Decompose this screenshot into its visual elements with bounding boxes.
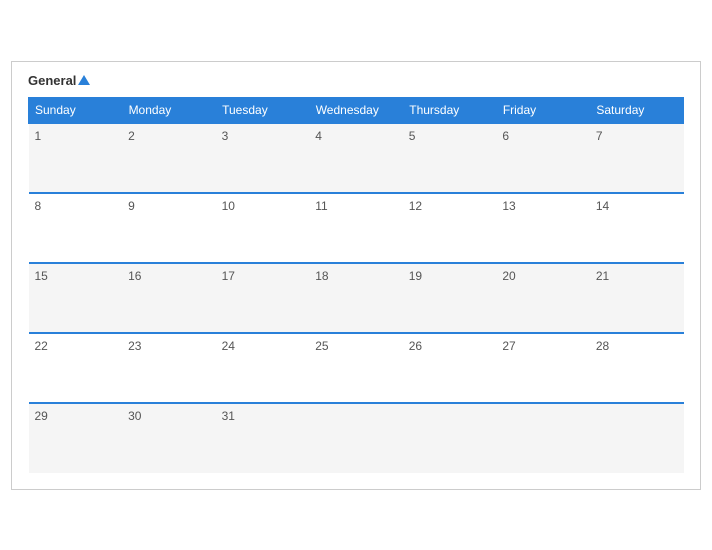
calendar-day-cell: 13: [496, 193, 590, 263]
calendar-day-cell: 3: [216, 123, 310, 193]
calendar-day-cell: 15: [29, 263, 123, 333]
calendar-week-row: 15 16 17 18 19 20 21: [29, 263, 684, 333]
calendar-day-cell: 1: [29, 123, 123, 193]
calendar-day-cell: 17: [216, 263, 310, 333]
calendar-day-cell: 27: [496, 333, 590, 403]
day-number: 20: [502, 269, 515, 283]
calendar-day-cell: 21: [590, 263, 684, 333]
day-number: 2: [128, 129, 135, 143]
calendar-body: 1234567891011121314151617181920212223242…: [29, 123, 684, 473]
calendar-day-cell: 19: [403, 263, 497, 333]
calendar-day-cell: 2: [122, 123, 216, 193]
day-number: 31: [222, 409, 235, 423]
day-number: 3: [222, 129, 229, 143]
day-number: 28: [596, 339, 609, 353]
day-number: 15: [35, 269, 48, 283]
calendar-day-cell: [403, 403, 497, 473]
calendar-week-row: 22 23 24 25 26 27 28: [29, 333, 684, 403]
calendar-grid: SundayMondayTuesdayWednesdayThursdayFrid…: [28, 97, 684, 473]
day-number: 4: [315, 129, 322, 143]
calendar-day-cell: 11: [309, 193, 403, 263]
day-number: 13: [502, 199, 515, 213]
logo-triangle-icon: [78, 75, 90, 85]
calendar-day-cell: [309, 403, 403, 473]
calendar-day-cell: 14: [590, 193, 684, 263]
day-number: 7: [596, 129, 603, 143]
weekday-header-monday: Monday: [122, 97, 216, 123]
calendar-day-cell: 12: [403, 193, 497, 263]
day-number: 18: [315, 269, 328, 283]
day-number: 25: [315, 339, 328, 353]
day-number: 26: [409, 339, 422, 353]
calendar-day-cell: [590, 403, 684, 473]
day-number: 23: [128, 339, 141, 353]
calendar-day-cell: 28: [590, 333, 684, 403]
calendar-day-cell: 29: [29, 403, 123, 473]
logo-general-text: General: [28, 74, 90, 87]
calendar-day-cell: 25: [309, 333, 403, 403]
calendar-header: General: [28, 74, 684, 87]
weekday-header-wednesday: Wednesday: [309, 97, 403, 123]
calendar-day-cell: 6: [496, 123, 590, 193]
day-number: 8: [35, 199, 42, 213]
calendar-week-row: 1 2 3 4 5 6 7: [29, 123, 684, 193]
weekday-header-sunday: Sunday: [29, 97, 123, 123]
day-number: 1: [35, 129, 42, 143]
weekday-header-saturday: Saturday: [590, 97, 684, 123]
day-number: 17: [222, 269, 235, 283]
calendar-week-row: 8 9 10 11 12 13 14: [29, 193, 684, 263]
calendar-day-cell: 7: [590, 123, 684, 193]
day-number: 11: [315, 199, 327, 213]
day-number: 5: [409, 129, 416, 143]
day-number: 6: [502, 129, 509, 143]
calendar-day-cell: 8: [29, 193, 123, 263]
calendar-container: General SundayMondayTuesdayWednesdayThur…: [11, 61, 701, 490]
calendar-day-cell: 4: [309, 123, 403, 193]
calendar-day-cell: [496, 403, 590, 473]
weekday-header-tuesday: Tuesday: [216, 97, 310, 123]
weekday-header-friday: Friday: [496, 97, 590, 123]
calendar-day-cell: 20: [496, 263, 590, 333]
calendar-day-cell: 10: [216, 193, 310, 263]
weekday-header-thursday: Thursday: [403, 97, 497, 123]
day-number: 27: [502, 339, 515, 353]
logo: General: [28, 74, 90, 87]
day-number: 10: [222, 199, 235, 213]
day-number: 14: [596, 199, 609, 213]
day-number: 22: [35, 339, 48, 353]
calendar-header-row: SundayMondayTuesdayWednesdayThursdayFrid…: [29, 97, 684, 123]
day-number: 19: [409, 269, 422, 283]
calendar-day-cell: 23: [122, 333, 216, 403]
calendar-day-cell: 5: [403, 123, 497, 193]
calendar-day-cell: 30: [122, 403, 216, 473]
calendar-day-cell: 9: [122, 193, 216, 263]
day-number: 9: [128, 199, 135, 213]
calendar-day-cell: 26: [403, 333, 497, 403]
calendar-day-cell: 31: [216, 403, 310, 473]
calendar-day-cell: 24: [216, 333, 310, 403]
day-number: 29: [35, 409, 48, 423]
calendar-day-cell: 18: [309, 263, 403, 333]
day-number: 21: [596, 269, 609, 283]
day-number: 30: [128, 409, 141, 423]
day-number: 24: [222, 339, 235, 353]
calendar-day-cell: 22: [29, 333, 123, 403]
day-number: 12: [409, 199, 422, 213]
day-number: 16: [128, 269, 141, 283]
calendar-day-cell: 16: [122, 263, 216, 333]
calendar-week-row: 29 30 31: [29, 403, 684, 473]
